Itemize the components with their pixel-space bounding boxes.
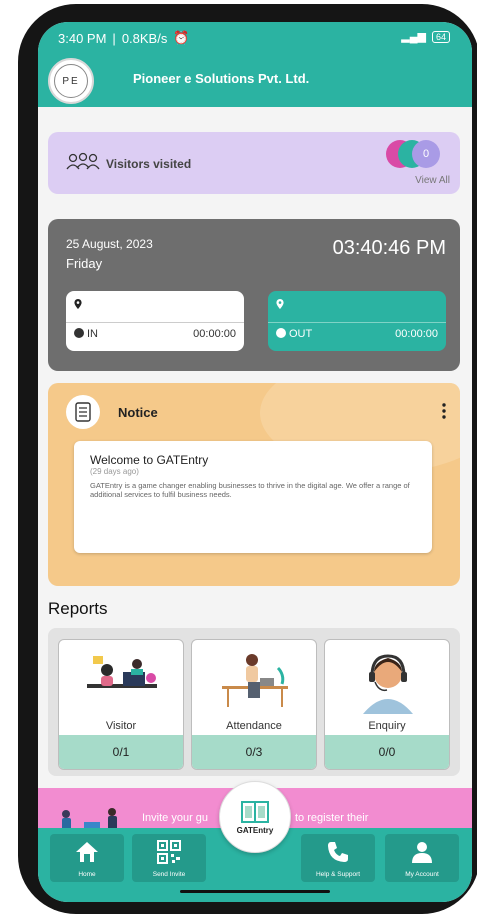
- view-all-link[interactable]: View All: [415, 175, 450, 186]
- logo-text: PE: [54, 64, 88, 98]
- company-logo[interactable]: PE: [48, 58, 94, 104]
- report-card-visitor[interactable]: Visitor 0/1: [58, 639, 184, 770]
- signal-icon: ▂▄▆: [401, 31, 426, 43]
- nav-my-account[interactable]: My Account: [385, 834, 459, 882]
- status-icons: ▂▄▆ 64: [401, 30, 450, 43]
- clock-icon: [276, 328, 286, 338]
- report-label: Attendance: [226, 720, 282, 732]
- nav-home[interactable]: Home: [50, 834, 124, 882]
- location-pin-icon: [74, 299, 82, 309]
- nav-help-support[interactable]: Help & Support: [301, 834, 375, 882]
- visitors-card[interactable]: Visitors visited 0 View All: [48, 132, 460, 194]
- current-date: 25 August, 2023: [66, 237, 153, 251]
- clock-icon: [74, 328, 84, 338]
- report-label: Enquiry: [368, 720, 406, 732]
- visitors-label: Visitors visited: [106, 157, 192, 171]
- in-label: IN: [87, 328, 98, 340]
- notice-title: Notice: [118, 405, 158, 420]
- battery-icon: 64: [431, 30, 450, 43]
- home-icon: [76, 842, 98, 862]
- report-count: 0/0: [325, 735, 449, 769]
- in-time: 00:00:00: [193, 328, 236, 340]
- fab-label: GATEntry: [236, 825, 274, 835]
- enquiry-illustration: [363, 654, 413, 714]
- status-bar: 3:40 PM | 0.8KB/s ⏰: [58, 30, 190, 46]
- report-count: 0/3: [192, 735, 316, 769]
- visitor-illustration: [87, 656, 157, 688]
- visitor-count: 0: [412, 140, 440, 168]
- attendance-card: 25 August, 2023 Friday 03:40:46 PM IN 00…: [48, 219, 460, 371]
- report-label: Visitor: [105, 720, 137, 732]
- company-name: Pioneer e Solutions Pvt. Ltd.: [133, 71, 310, 86]
- status-time: 3:40 PM: [58, 30, 107, 46]
- people-icon: [66, 152, 100, 170]
- report-count: 0/1: [59, 735, 183, 769]
- app-screen: 3:40 PM | 0.8KB/s ⏰ ▂▄▆ 64 PE Pioneer e …: [38, 22, 472, 902]
- reports-heading: Reports: [48, 599, 108, 618]
- notice-card: Notice Welcome to GATEntry (29 days ago)…: [48, 383, 460, 586]
- out-label: OUT: [289, 328, 313, 340]
- notice-item[interactable]: Welcome to GATEntry (29 days ago) GATEnt…: [74, 441, 432, 553]
- check-out-box[interactable]: OUT 00:00:00: [268, 291, 446, 351]
- home-indicator: [180, 890, 330, 893]
- location-pin-icon: [276, 299, 284, 309]
- invite-text-right: to register their: [295, 812, 369, 824]
- live-clock: 03:40:46 PM: [332, 237, 446, 259]
- nav-send-invite-label: Send Invite: [152, 871, 186, 878]
- nav-home-label: Home: [78, 871, 96, 878]
- account-icon: [412, 842, 432, 863]
- alarm-icon: ⏰: [173, 30, 190, 45]
- more-options-icon[interactable]: [442, 403, 446, 419]
- check-in-box[interactable]: IN 00:00:00: [66, 291, 244, 351]
- network-speed: 0.8KB/s: [121, 30, 168, 46]
- notice-item-title: Welcome to GATEntry: [90, 453, 209, 467]
- attendance-illustration: [222, 654, 288, 707]
- app-header: 3:40 PM | 0.8KB/s ⏰ ▂▄▆ 64 PE Pioneer e …: [38, 22, 472, 107]
- notebook-icon: [66, 395, 100, 429]
- current-day: Friday: [66, 256, 103, 271]
- nav-my-account-label: My Account: [405, 871, 439, 878]
- gate-icon: [241, 800, 269, 823]
- visitor-count-bubbles: 0: [386, 140, 448, 168]
- nav-send-invite[interactable]: Send Invite: [132, 834, 206, 882]
- notice-item-age: (29 days ago): [90, 467, 139, 476]
- reports-panel: Visitor 0/1 Attendance 0/3 Enquiry 0/0: [48, 628, 460, 776]
- gatentry-fab[interactable]: GATEntry: [219, 781, 291, 853]
- invite-text-left: Invite your gu: [142, 812, 209, 824]
- nav-help-support-label: Help & Support: [315, 871, 361, 878]
- report-card-attendance[interactable]: Attendance 0/3: [191, 639, 317, 770]
- report-card-enquiry[interactable]: Enquiry 0/0: [324, 639, 450, 770]
- out-time: 00:00:00: [395, 328, 438, 340]
- notice-item-body: GATEntry is a game changer enabling busi…: [90, 481, 410, 500]
- qr-icon: [157, 840, 181, 864]
- phone-icon: [328, 842, 348, 862]
